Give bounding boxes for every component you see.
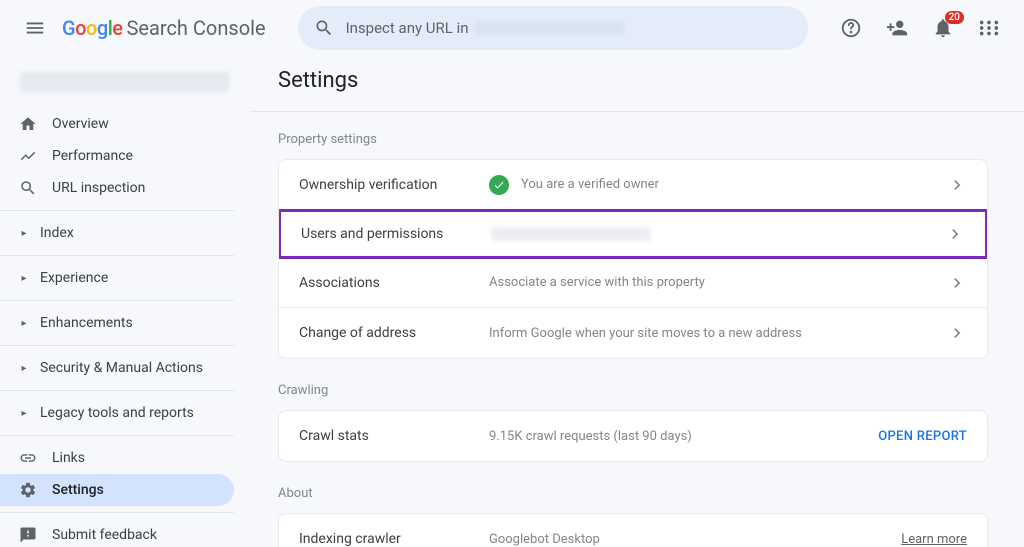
chart-icon bbox=[18, 147, 38, 165]
divider bbox=[250, 111, 1024, 112]
sidebar-group-security[interactable]: ▸ Security & Manual Actions bbox=[0, 352, 234, 384]
row-label: Crawl stats bbox=[299, 428, 489, 444]
search-icon bbox=[314, 18, 334, 38]
sidebar-group-index[interactable]: ▸ Index bbox=[0, 217, 234, 249]
section-label-about: About bbox=[278, 486, 988, 501]
sidebar-group-label: Legacy tools and reports bbox=[40, 405, 194, 421]
verified-check-icon bbox=[489, 175, 509, 195]
sidebar-item-feedback[interactable]: Submit feedback bbox=[0, 519, 234, 547]
divider bbox=[0, 255, 234, 256]
open-report-button[interactable]: OPEN REPORT bbox=[878, 429, 967, 444]
caret-right-icon: ▸ bbox=[18, 318, 30, 329]
chevron-right-icon bbox=[947, 175, 967, 195]
gear-icon bbox=[18, 481, 38, 499]
sidebar-item-overview[interactable]: Overview bbox=[0, 108, 234, 140]
row-label: Indexing crawler bbox=[299, 531, 489, 547]
section-label-crawling: Crawling bbox=[278, 383, 988, 398]
row-label: Users and permissions bbox=[301, 226, 491, 242]
row-value bbox=[491, 227, 945, 241]
chevron-right-icon bbox=[945, 224, 965, 244]
row-indexing-crawler[interactable]: Indexing crawler Googlebot Desktop Learn… bbox=[279, 514, 987, 547]
row-users-permissions[interactable]: Users and permissions bbox=[278, 209, 988, 259]
google-wordmark: Google bbox=[62, 16, 123, 40]
help-icon bbox=[840, 17, 862, 39]
divider bbox=[0, 345, 234, 346]
hamburger-icon bbox=[24, 17, 46, 39]
section-label-property: Property settings bbox=[278, 132, 988, 147]
row-label: Change of address bbox=[299, 325, 489, 341]
product-name: Search Console bbox=[127, 16, 266, 40]
sidebar-group-experience[interactable]: ▸ Experience bbox=[0, 262, 234, 294]
feedback-icon bbox=[18, 526, 38, 544]
person-add-icon bbox=[886, 17, 908, 39]
row-associations[interactable]: Associations Associate a service with th… bbox=[279, 258, 987, 308]
row-crawl-stats[interactable]: Crawl stats 9.15K crawl requests (last 9… bbox=[279, 411, 987, 461]
row-change-address[interactable]: Change of address Inform Google when you… bbox=[279, 308, 987, 358]
caret-right-icon: ▸ bbox=[18, 363, 30, 374]
app-header: Google Search Console Inspect any URL in… bbox=[0, 0, 1024, 56]
divider bbox=[0, 390, 234, 391]
chevron-right-icon bbox=[947, 323, 967, 343]
row-value: Associate a service with this property bbox=[489, 275, 947, 290]
search-placeholder-text: Inspect any URL in bbox=[346, 19, 469, 37]
caret-right-icon: ▸ bbox=[18, 273, 30, 284]
sidebar-group-label: Enhancements bbox=[40, 315, 133, 331]
sidebar-group-legacy[interactable]: ▸ Legacy tools and reports bbox=[0, 397, 234, 429]
sidebar-group-label: Index bbox=[40, 225, 74, 241]
sidebar-group-label: Experience bbox=[40, 270, 108, 286]
sidebar: Overview Performance URL inspection ▸ In… bbox=[0, 56, 250, 547]
sidebar-item-label: Overview bbox=[52, 116, 109, 132]
row-value: You are a verified owner bbox=[489, 175, 947, 195]
learn-more-link[interactable]: Learn more bbox=[901, 532, 967, 547]
help-button[interactable] bbox=[832, 9, 870, 47]
home-icon bbox=[18, 115, 38, 133]
users-button[interactable] bbox=[878, 9, 916, 47]
divider bbox=[0, 435, 234, 436]
redacted-value bbox=[491, 227, 651, 241]
divider bbox=[0, 300, 234, 301]
row-value: 9.15K crawl requests (last 90 days) bbox=[489, 429, 878, 444]
page-title: Settings bbox=[278, 68, 988, 93]
sidebar-item-label: Performance bbox=[52, 148, 133, 164]
sidebar-item-performance[interactable]: Performance bbox=[0, 140, 234, 172]
row-label: Associations bbox=[299, 275, 489, 291]
sidebar-item-links[interactable]: Links bbox=[0, 442, 234, 474]
product-logo[interactable]: Google Search Console bbox=[62, 16, 266, 40]
row-ownership-verification[interactable]: Ownership verification You are a verifie… bbox=[279, 160, 987, 210]
search-icon bbox=[18, 179, 38, 197]
row-value: Inform Google when your site moves to a … bbox=[489, 326, 947, 341]
link-icon bbox=[18, 449, 38, 467]
apps-grid-icon bbox=[978, 17, 1000, 39]
apps-button[interactable] bbox=[970, 9, 1008, 47]
crawling-card: Crawl stats 9.15K crawl requests (last 9… bbox=[278, 410, 988, 462]
sidebar-item-settings[interactable]: Settings bbox=[0, 474, 234, 506]
sidebar-item-label: Settings bbox=[52, 482, 104, 498]
about-card: Indexing crawler Googlebot Desktop Learn… bbox=[278, 513, 988, 547]
sidebar-item-label: Submit feedback bbox=[52, 527, 157, 543]
property-settings-card: Ownership verification You are a verifie… bbox=[278, 159, 988, 359]
sidebar-item-url-inspection[interactable]: URL inspection bbox=[0, 172, 234, 204]
url-inspect-search[interactable]: Inspect any URL in bbox=[298, 6, 808, 50]
sidebar-item-label: URL inspection bbox=[52, 180, 145, 196]
property-selector[interactable] bbox=[20, 72, 230, 92]
chevron-right-icon bbox=[947, 273, 967, 293]
sidebar-group-label: Security & Manual Actions bbox=[40, 360, 203, 376]
row-value: Googlebot Desktop bbox=[489, 532, 901, 547]
sidebar-item-label: Links bbox=[52, 450, 85, 466]
divider bbox=[0, 512, 234, 513]
redacted-property bbox=[475, 21, 625, 35]
notification-badge: 20 bbox=[945, 11, 964, 24]
menu-button[interactable] bbox=[16, 9, 54, 47]
sidebar-group-enhancements[interactable]: ▸ Enhancements bbox=[0, 307, 234, 339]
row-label: Ownership verification bbox=[299, 177, 489, 193]
caret-right-icon: ▸ bbox=[18, 408, 30, 419]
caret-right-icon: ▸ bbox=[18, 228, 30, 239]
notifications-button[interactable]: 20 bbox=[924, 9, 962, 47]
main-content: Settings Property settings Ownership ver… bbox=[250, 56, 1024, 547]
divider bbox=[0, 210, 234, 211]
